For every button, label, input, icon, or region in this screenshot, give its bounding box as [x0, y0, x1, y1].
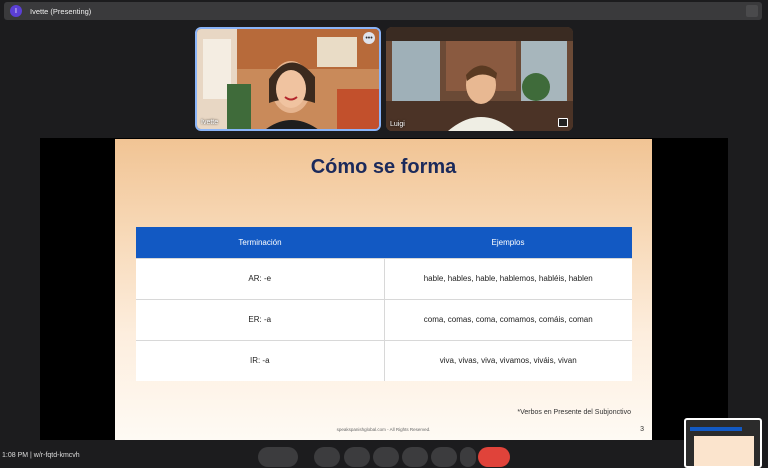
self-view-thumbnail[interactable]	[684, 418, 762, 468]
luigi-video	[386, 27, 573, 131]
table-cell: AR: -e	[136, 257, 385, 299]
mini-slide-preview	[694, 436, 754, 466]
table-cell: IR: -a	[136, 339, 385, 381]
pip-icon[interactable]	[558, 118, 568, 127]
reactions-button[interactable]	[373, 447, 399, 467]
table-cell: hable, hables, hable, hablemos, habléis,…	[384, 257, 632, 299]
participant-name: Luigi	[390, 121, 405, 128]
table-header: Ejemplos	[384, 227, 632, 258]
table-header: Terminación	[136, 227, 384, 258]
captions-button[interactable]	[402, 447, 428, 467]
slide-title: Cómo se forma	[310, 156, 457, 178]
table-cell: ER: -a	[136, 298, 385, 340]
participant-name: Ivette	[201, 119, 219, 126]
mic-button[interactable]	[258, 447, 298, 467]
ivette-video	[197, 29, 379, 129]
slide-page-number: 3	[640, 426, 644, 433]
participant-tile-luigi[interactable]: Luigi	[386, 27, 573, 131]
mini-slide-bar	[690, 427, 742, 431]
presenting-label: Ivette (Presenting)	[30, 6, 92, 16]
meeting-info: 1:08 PM | w/r-fqtd-kmcvh	[2, 452, 80, 459]
camera-button[interactable]	[314, 447, 340, 467]
table-row: ER: -a coma, comas, coma, comamos, comái…	[136, 298, 632, 340]
end-call-button[interactable]	[478, 447, 510, 467]
table-cell: viva, vivas, viva, vivamos, viváis, viva…	[384, 339, 632, 381]
presentation-slide: Cómo se forma Terminación Ejemplos AR: -…	[115, 139, 652, 440]
raise-hand-button[interactable]	[431, 447, 457, 467]
presenting-bar: I Ivette (Presenting)	[4, 2, 762, 20]
present-button[interactable]	[344, 447, 370, 467]
table-row: IR: -a viva, vivas, viva, vivamos, vivái…	[136, 339, 632, 381]
conjugation-table: Terminación Ejemplos AR: -e hable, hable…	[136, 227, 632, 381]
more-button[interactable]	[460, 447, 476, 467]
slide-note: *Verbos en Presente del Subjonctivo	[517, 409, 631, 416]
table-row: AR: -e hable, hables, hable, hablemos, h…	[136, 257, 632, 299]
presenter-avatar: I	[10, 5, 22, 17]
collapse-button[interactable]	[746, 5, 758, 17]
slide-footer: speakspanishglobal.com - All Rights Rese…	[336, 427, 431, 432]
table-cell: coma, comas, coma, comamos, comáis, coma…	[384, 298, 632, 340]
more-options-icon[interactable]: •••	[363, 32, 375, 44]
participant-tile-ivette[interactable]: ••• Ivette	[195, 27, 381, 131]
